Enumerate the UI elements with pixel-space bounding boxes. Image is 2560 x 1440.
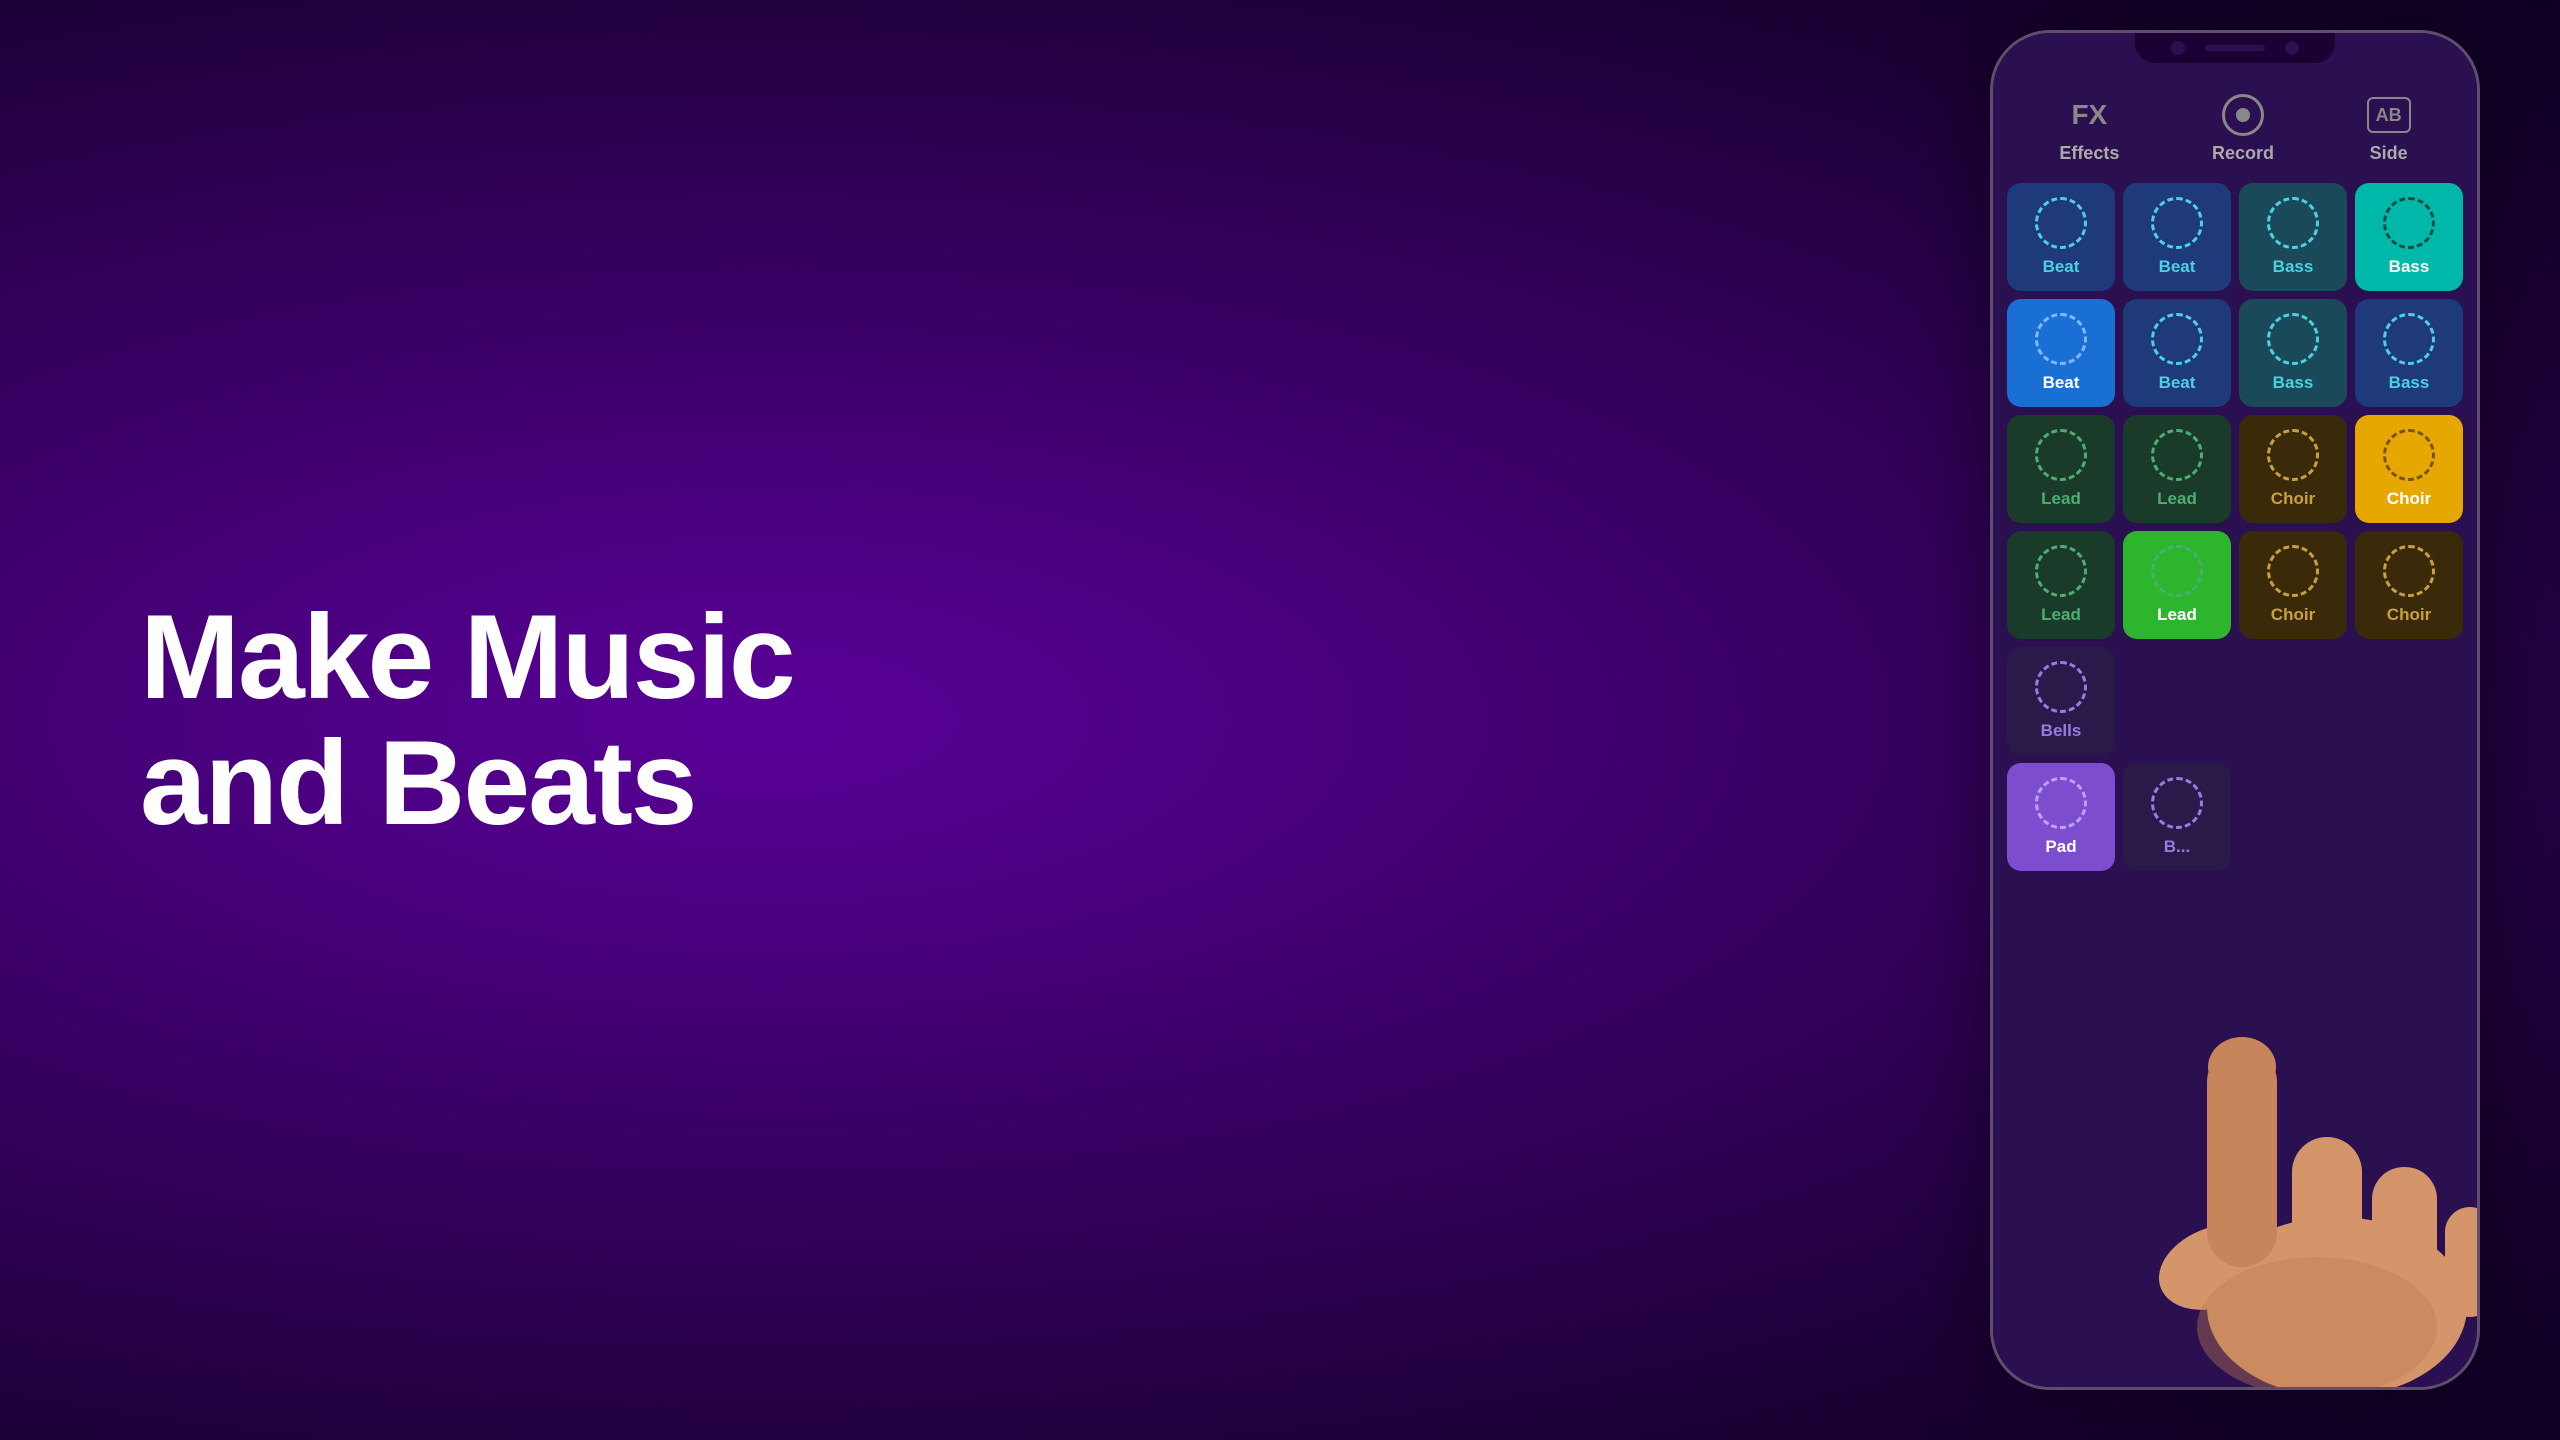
pad-circle xyxy=(2035,545,2087,597)
pad-lead-4-active[interactable]: Lead xyxy=(2123,531,2231,639)
pad-circle xyxy=(2383,429,2435,481)
pad-pad-1[interactable]: Pad xyxy=(2007,763,2115,871)
pad-label: Choir xyxy=(2271,489,2315,509)
hand-svg xyxy=(2117,887,2477,1387)
pad-empty-5-4 xyxy=(2355,647,2463,755)
phone-frame: FX Effects Record AB xyxy=(1990,30,2480,1390)
hand-group xyxy=(2147,1037,2477,1387)
pad-circle xyxy=(2151,429,2203,481)
pad-circle xyxy=(2383,545,2435,597)
pad-circle xyxy=(2035,197,2087,249)
fx-icon: FX xyxy=(2067,93,2111,137)
pad-beat-4[interactable]: Beat xyxy=(2123,299,2231,407)
pad-label: B... xyxy=(2164,837,2190,857)
ab-text: AB xyxy=(2376,105,2402,126)
record-label: Record xyxy=(2212,143,2274,164)
pad-circle xyxy=(2151,545,2203,597)
pad-lead-2[interactable]: Lead xyxy=(2123,415,2231,523)
pad-label: Choir xyxy=(2271,605,2315,625)
headline-line1: Make Music xyxy=(140,594,794,720)
pad-lead-3[interactable]: Lead xyxy=(2007,531,2115,639)
pad-label: Choir xyxy=(2387,489,2431,509)
record-circle-icon xyxy=(2222,94,2264,136)
pad-circle xyxy=(2267,545,2319,597)
pad-choir-4[interactable]: Choir xyxy=(2355,531,2463,639)
phone-notch xyxy=(2135,33,2335,63)
effects-button[interactable]: FX Effects xyxy=(2059,93,2119,164)
pad-circle xyxy=(2383,197,2435,249)
pad-label: Pad xyxy=(2045,837,2076,857)
pad-circle xyxy=(2383,313,2435,365)
pad-circle xyxy=(2035,429,2087,481)
pad-bells-1[interactable]: Bells xyxy=(2007,647,2115,755)
pad-circle xyxy=(2035,661,2087,713)
camera-dot-right xyxy=(2285,41,2299,55)
effects-label: Effects xyxy=(2059,143,2119,164)
phone-screen: FX Effects Record AB xyxy=(1993,33,2477,1387)
pad-circle xyxy=(2267,313,2319,365)
pad-label: Bass xyxy=(2389,257,2430,277)
pad-label: Bass xyxy=(2389,373,2430,393)
pad-bass-2-active[interactable]: Bass xyxy=(2355,183,2463,291)
headline: Make Music and Beats xyxy=(140,594,794,846)
pad-partial-2[interactable]: B... xyxy=(2123,763,2231,871)
headline-line2: and Beats xyxy=(140,720,794,846)
pad-bass-4[interactable]: Bass xyxy=(2355,299,2463,407)
pad-lead-1[interactable]: Lead xyxy=(2007,415,2115,523)
pad-choir-2-active[interactable]: Choir xyxy=(2355,415,2463,523)
ab-box-icon: AB xyxy=(2367,97,2411,133)
record-icon xyxy=(2221,93,2265,137)
side-button[interactable]: AB Side xyxy=(2367,93,2411,164)
hand-overlay xyxy=(2117,887,2477,1387)
pad-circle xyxy=(2035,313,2087,365)
pad-label: Lead xyxy=(2157,605,2197,625)
phone-device: FX Effects Record AB xyxy=(1990,30,2480,1390)
pad-beat-3-active[interactable]: Beat xyxy=(2007,299,2115,407)
pad-label: Lead xyxy=(2041,605,2081,625)
pad-grid: Beat Beat Bass Bass Beat xyxy=(2007,183,2463,871)
pad-label: Beat xyxy=(2043,373,2080,393)
pad-label: Bass xyxy=(2273,373,2314,393)
pad-beat-1[interactable]: Beat xyxy=(2007,183,2115,291)
app-toolbar: FX Effects Record AB xyxy=(1993,93,2477,164)
record-button[interactable]: Record xyxy=(2212,93,2274,164)
pad-circle xyxy=(2267,429,2319,481)
pad-bass-3[interactable]: Bass xyxy=(2239,299,2347,407)
fx-text: FX xyxy=(2071,99,2107,131)
pad-beat-2[interactable]: Beat xyxy=(2123,183,2231,291)
pad-label: Bells xyxy=(2041,721,2082,741)
pad-choir-1[interactable]: Choir xyxy=(2239,415,2347,523)
pad-label: Beat xyxy=(2159,257,2196,277)
pad-circle xyxy=(2151,313,2203,365)
pad-label: Lead xyxy=(2041,489,2081,509)
pad-circle xyxy=(2151,197,2203,249)
pad-label: Bass xyxy=(2273,257,2314,277)
camera-dot xyxy=(2171,41,2185,55)
pad-empty-5-2 xyxy=(2123,647,2231,755)
ab-icon: AB xyxy=(2367,93,2411,137)
pad-circle xyxy=(2035,777,2087,829)
pad-label: Beat xyxy=(2159,373,2196,393)
pad-empty-6-3 xyxy=(2239,763,2347,871)
left-section: Make Music and Beats xyxy=(140,594,794,846)
speaker-bar xyxy=(2205,45,2265,51)
pad-label: Beat xyxy=(2043,257,2080,277)
pad-choir-3[interactable]: Choir xyxy=(2239,531,2347,639)
pad-circle xyxy=(2151,777,2203,829)
pad-empty-6-4 xyxy=(2355,763,2463,871)
pad-circle xyxy=(2267,197,2319,249)
pad-empty-5-3 xyxy=(2239,647,2347,755)
pad-bass-1[interactable]: Bass xyxy=(2239,183,2347,291)
side-label: Side xyxy=(2370,143,2408,164)
pad-label: Lead xyxy=(2157,489,2197,509)
pad-label: Choir xyxy=(2387,605,2431,625)
